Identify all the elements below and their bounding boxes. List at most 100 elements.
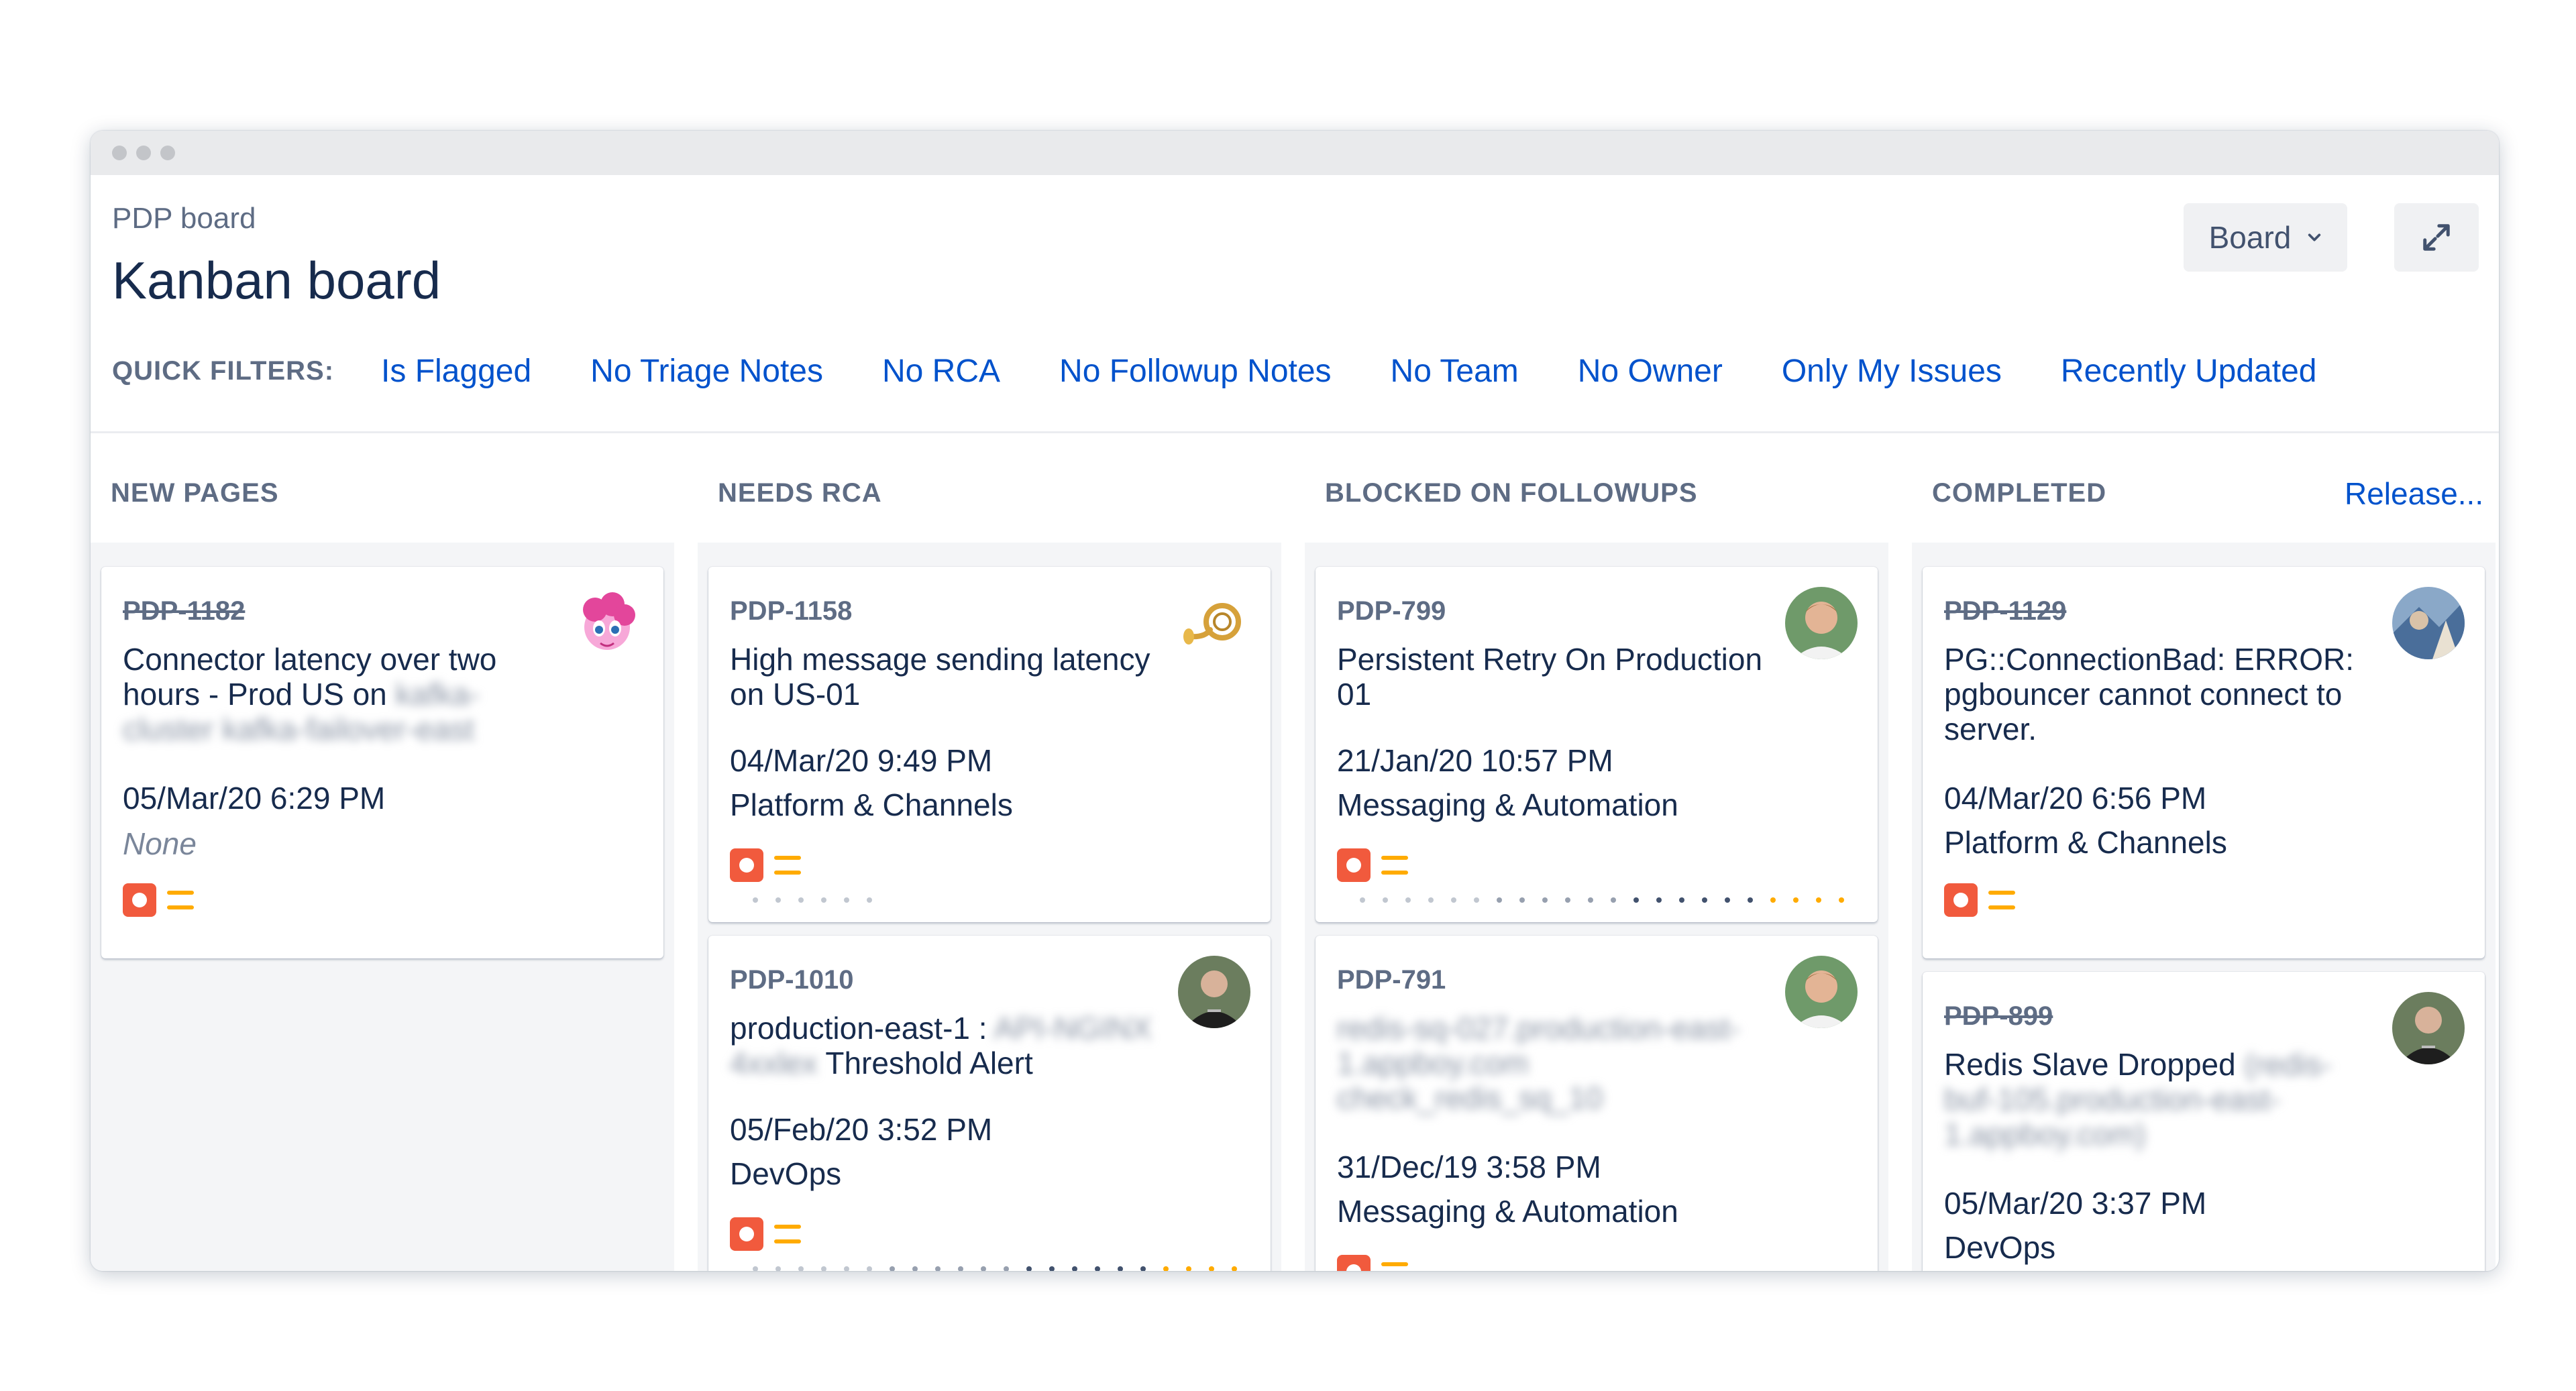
column-header-new-pages: NEW PAGES <box>111 478 279 508</box>
pony-avatar-icon <box>571 587 643 659</box>
medium-priority-icon <box>167 891 194 909</box>
header-divider <box>91 431 2499 433</box>
column-needs-rca: PDP-1158 High message sending latency on… <box>698 543 1281 1271</box>
issue-created-date: 21/Jan/20 10:57 PM <box>1337 743 1613 778</box>
issue-key: PDP-791 <box>1337 965 1446 995</box>
window-close-control[interactable] <box>112 146 127 160</box>
issue-key: PDP-799 <box>1337 596 1446 626</box>
quick-filter-no-owner[interactable]: No Owner <box>1578 353 1723 390</box>
issue-summary: High message sending latency on US-01 <box>730 642 1150 712</box>
photo-avatar-icon <box>2392 587 2465 659</box>
person-avatar-icon <box>1178 956 1250 1028</box>
assignee-avatar[interactable] <box>1785 956 1858 1028</box>
issue-created-date: 05/Feb/20 3:52 PM <box>730 1112 993 1147</box>
quick-filter-no-followup-notes[interactable]: No Followup Notes <box>1059 353 1332 390</box>
assignee-avatar[interactable] <box>1785 587 1858 659</box>
quick-filter-no-triage-notes[interactable]: No Triage Notes <box>590 353 823 390</box>
issue-team: Messaging & Automation <box>1337 1194 1678 1229</box>
issue-created-date: 04/Mar/20 9:49 PM <box>730 743 993 778</box>
quick-filter-is-flagged[interactable]: Is Flagged <box>381 353 531 390</box>
board-button-label: Board <box>2208 220 2292 255</box>
issue-card[interactable]: PDP-791 redis-sq-027.production-east-1.a… <box>1316 936 1878 1271</box>
person-avatar-icon <box>1785 956 1858 1028</box>
days-in-column-indicator <box>753 1266 1237 1271</box>
issue-created-date: 05/Mar/20 6:29 PM <box>123 781 386 816</box>
incident-icon <box>1337 848 1371 882</box>
issue-card[interactable]: PDP-1129 PG::ConnectionBad: ERROR: pgbou… <box>1923 567 2485 958</box>
issue-summary: production-east-1 : API-NGINX 4xxlex Thr… <box>730 1011 1152 1080</box>
quick-filter-recently-updated[interactable]: Recently Updated <box>2061 353 2317 390</box>
issue-summary: PG::ConnectionBad: ERROR: pgbouncer cann… <box>1944 642 2355 746</box>
window-minimize-control[interactable] <box>136 146 151 160</box>
expand-button[interactable] <box>2394 203 2479 272</box>
issue-team: Platform & Channels <box>1944 825 2227 860</box>
incident-icon <box>1944 883 1978 917</box>
column-header-needs-rca: NEEDS RCA <box>718 478 882 508</box>
issue-summary: redis-sq-027.production-east-1.appboy.co… <box>1337 1011 1740 1115</box>
person-avatar-icon <box>2392 992 2465 1064</box>
board-dropdown-button[interactable]: Board <box>2184 203 2347 272</box>
quick-filters-bar: QUICK FILTERS: Is Flagged No Triage Note… <box>112 351 2375 391</box>
quick-filter-only-my-issues[interactable]: Only My Issues <box>1782 353 2002 390</box>
issue-summary: Connector latency over two hours - Prod … <box>123 642 497 746</box>
medium-priority-icon <box>1381 1262 1408 1271</box>
issue-card[interactable]: PDP-799 Persistent Retry On Production 0… <box>1316 567 1878 922</box>
issue-badges <box>1944 883 2015 917</box>
assignee-avatar[interactable] <box>1178 956 1250 1028</box>
incident-icon <box>730 848 763 882</box>
issue-card[interactable]: PDP-1182 Connector latency over two hour… <box>101 567 663 958</box>
issue-team: None <box>123 826 197 861</box>
assignee-avatar[interactable] <box>2392 992 2465 1064</box>
chevron-down-icon <box>2308 233 2321 241</box>
issue-key: PDP-1129 <box>1944 596 2067 626</box>
issue-team: DevOps <box>1944 1230 2056 1265</box>
issue-card[interactable]: PDP-1010 production-east-1 : API-NGINX 4… <box>708 936 1271 1271</box>
board-breadcrumb[interactable]: PDP board <box>112 202 256 235</box>
issue-summary: Redis Slave Dropped (redis-buf-105.produ… <box>1944 1047 2332 1152</box>
person-avatar-icon <box>1785 587 1858 659</box>
issue-created-date: 05/Mar/20 3:37 PM <box>1944 1186 2207 1221</box>
issue-created-date: 31/Dec/19 3:58 PM <box>1337 1150 1601 1184</box>
column-blocked-on-followups: PDP-799 Persistent Retry On Production 0… <box>1305 543 1888 1271</box>
issue-badges <box>1337 1255 1408 1271</box>
medium-priority-icon <box>774 856 801 875</box>
french-horn-avatar-icon <box>1178 587 1250 659</box>
assignee-avatar[interactable] <box>1178 587 1250 659</box>
issue-key: PDP-1158 <box>730 596 853 626</box>
issue-badges <box>1337 848 1408 882</box>
release-link[interactable]: Release... <box>2345 476 2483 512</box>
issue-badges <box>730 848 801 882</box>
medium-priority-icon <box>1381 856 1408 875</box>
column-header-blocked-on-followups: BLOCKED ON FOLLOWUPS <box>1325 478 1698 508</box>
quick-filters-label: QUICK FILTERS: <box>112 355 335 386</box>
medium-priority-icon <box>1988 891 2015 909</box>
column-new-pages: PDP-1182 Connector latency over two hour… <box>91 543 674 1271</box>
days-in-column-indicator <box>753 897 872 903</box>
issue-team: Messaging & Automation <box>1337 787 1678 822</box>
issue-badges <box>730 1217 801 1251</box>
incident-icon <box>1337 1255 1371 1271</box>
board-header: PDP board Kanban board Board QUICK FILTE… <box>91 175 2499 389</box>
days-in-column-indicator <box>1360 897 1844 903</box>
quick-filter-no-rca[interactable]: No RCA <box>882 353 1000 390</box>
window-maximize-control[interactable] <box>160 146 175 160</box>
browser-window: PDP board Kanban board Board QUICK FILTE… <box>91 131 2499 1271</box>
page-title: Kanban board <box>112 251 441 310</box>
incident-icon <box>123 883 156 917</box>
issue-key: PDP-1182 <box>123 596 246 626</box>
column-completed: PDP-1129 PG::ConnectionBad: ERROR: pgbou… <box>1912 543 2496 1271</box>
incident-icon <box>730 1217 763 1251</box>
issue-summary: Persistent Retry On Production 01 <box>1337 642 1763 712</box>
assignee-avatar[interactable] <box>571 587 643 659</box>
issue-key: PDP-899 <box>1944 1001 2053 1031</box>
issue-key: PDP-1010 <box>730 965 854 995</box>
window-titlebar <box>91 131 2499 175</box>
issue-card[interactable]: PDP-1158 High message sending latency on… <box>708 567 1271 922</box>
assignee-avatar[interactable] <box>2392 587 2465 659</box>
issue-card[interactable]: PDP-899 Redis Slave Dropped (redis-buf-1… <box>1923 972 2485 1271</box>
expand-icon <box>2423 224 2450 251</box>
quick-filter-no-team[interactable]: No Team <box>1391 353 1519 390</box>
issue-team: Platform & Channels <box>730 787 1013 822</box>
medium-priority-icon <box>774 1225 801 1243</box>
issue-badges <box>123 883 194 917</box>
